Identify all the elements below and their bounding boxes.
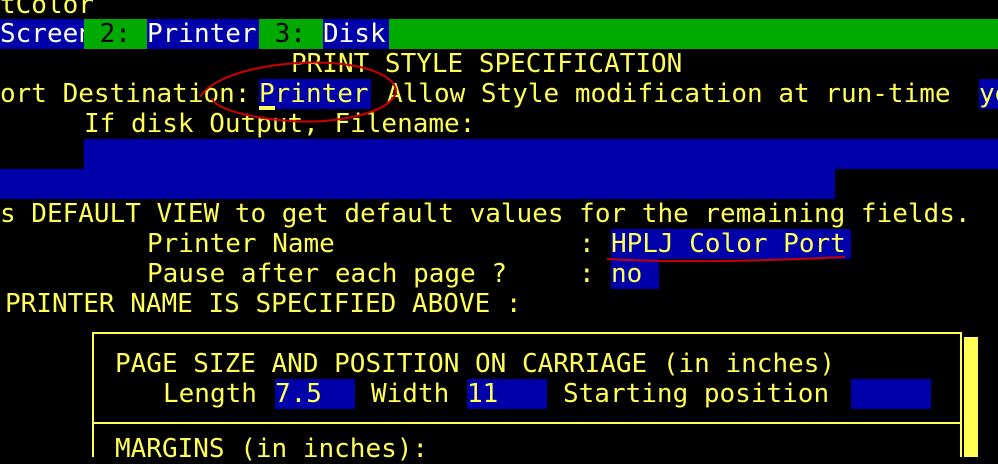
menu-item-printer[interactable]: Printer [147,19,259,49]
printer-name-label: Printer Name [147,229,335,259]
margins-heading: MARGINS (in inches): [115,434,429,464]
box-divider [92,422,962,424]
box-right-border [960,332,962,457]
pause-field[interactable]: no [611,259,659,289]
menu-item-disk[interactable]: Disk [323,19,389,49]
printer-name-field[interactable]: HPLJ Color Port [611,229,851,259]
allow-style-field[interactable]: ye [979,79,998,109]
starting-position-label: Starting position [563,379,830,409]
menu-key-3: 3: [259,19,323,49]
window-title: tColor [0,0,94,20]
filename-field-line1[interactable] [84,139,998,169]
box-top-border [92,332,962,334]
box-left-border [92,332,94,457]
menu-key-2: 2: [84,19,147,49]
report-destination-label: ort Destination: [0,79,251,109]
default-view-hint: s DEFAULT VIEW to get default values for… [0,199,971,229]
filename-field-line2[interactable] [0,169,835,199]
printer-specified-note: PRINTER NAME IS SPECIFIED ABOVE : [5,289,522,319]
disk-output-label: If disk Output, Filename: [84,109,476,139]
length-field[interactable]: 7.5 [275,379,355,409]
width-field[interactable]: 11 [467,379,547,409]
starting-position-field[interactable] [851,379,931,409]
length-label: Length [163,379,257,409]
pause-colon: : [579,259,595,289]
report-destination-field[interactable]: Printer [259,79,371,109]
page-title: PRINT STYLE SPECIFICATION [291,49,683,79]
menu-item-screen[interactable]: Screen [0,19,94,49]
pause-label: Pause after each page ? [147,259,508,289]
box-shadow [964,337,978,457]
allow-style-label: Allow Style modification at run-time [387,79,951,109]
width-label: Width [371,379,450,409]
printer-name-colon: : [579,229,595,259]
page-size-heading: PAGE SIZE AND POSITION ON CARRIAGE (in i… [115,349,836,379]
